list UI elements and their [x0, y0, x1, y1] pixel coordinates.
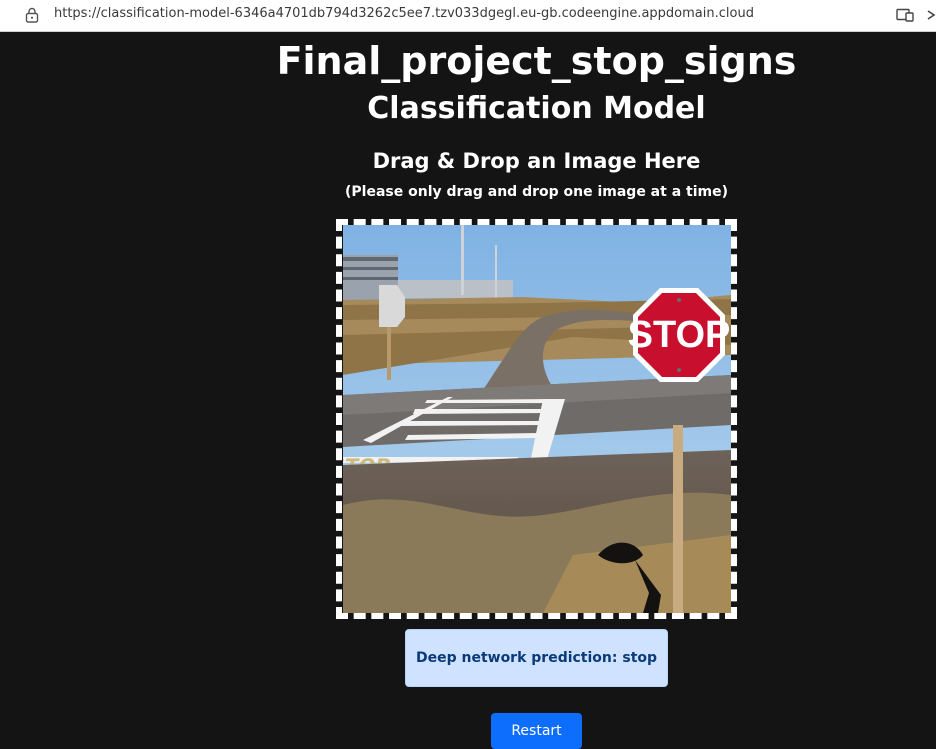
dropzone-note: (Please only drag and drop one image at …: [345, 184, 728, 200]
dropzone-heading: Drag & Drop an Image Here: [372, 149, 701, 173]
page-subtitle: Classification Model: [367, 91, 706, 126]
url-field[interactable]: https://classification-model-6346a4701db…: [54, 6, 754, 21]
reader-mode-icon[interactable]: [896, 7, 914, 23]
page-title: Final_project_stop_signs: [276, 39, 797, 83]
uploaded-image: STOP STOP: [343, 225, 731, 613]
prediction-alert: Deep network prediction: stop: [405, 629, 668, 687]
chevron-icon[interactable]: [926, 7, 936, 23]
lock-icon[interactable]: [25, 7, 39, 23]
browser-address-bar: https://classification-model-6346a4701db…: [0, 0, 936, 32]
image-dropzone[interactable]: STOP STOP: [336, 219, 737, 619]
restart-button[interactable]: Restart: [491, 713, 582, 749]
svg-text:STOP: STOP: [628, 314, 731, 356]
app-page: Final_project_stop_signs Classification …: [0, 32, 936, 749]
